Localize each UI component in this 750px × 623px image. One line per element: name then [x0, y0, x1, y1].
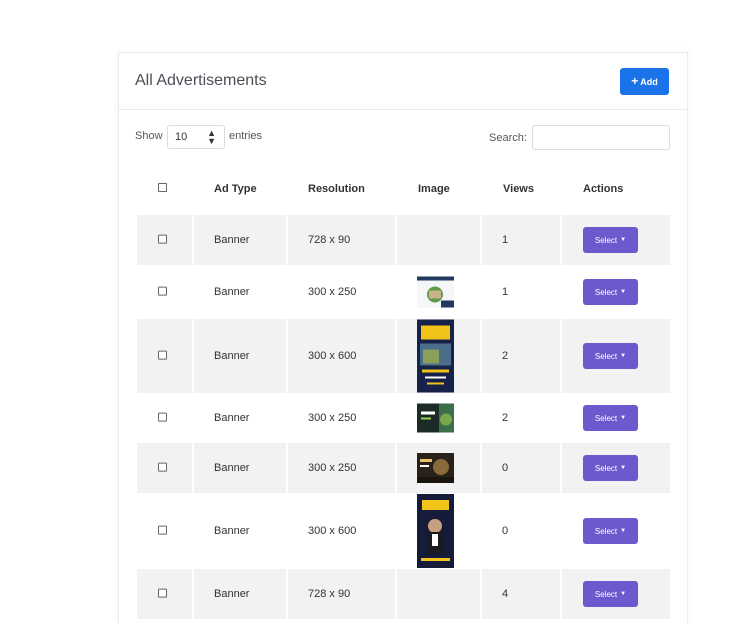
entries-select-value: 10 — [175, 131, 188, 143]
select-label: Select — [594, 526, 618, 536]
plus-icon: + — [631, 74, 639, 88]
select-action-button[interactable]: Select ▼ — [583, 279, 638, 305]
table-row: Banner 300 x 600 2 Select ▼ — [137, 319, 670, 393]
select-label: Select — [594, 413, 618, 423]
resolution-cell: 728 x 90 — [308, 234, 351, 246]
ad-thumbnail[interactable] — [417, 237, 454, 243]
select-label: Select — [594, 287, 618, 297]
resolution-cell: 300 x 250 — [308, 412, 357, 424]
sort-arrows-icon: ▲ ▼ — [207, 128, 216, 146]
resolution-cell: 300 x 250 — [308, 286, 357, 298]
select-all-checkbox[interactable] — [158, 183, 167, 192]
caret-down-icon: ▼ — [620, 591, 627, 597]
ad-type-cell: Banner — [214, 234, 250, 246]
select-action-button[interactable]: Select ▼ — [583, 227, 638, 253]
resolution-cell: 300 x 600 — [308, 350, 357, 362]
row-checkbox[interactable] — [158, 234, 167, 244]
ad-thumbnail[interactable] — [417, 276, 454, 308]
search-input[interactable] — [532, 125, 670, 150]
row-checkbox[interactable] — [158, 525, 167, 535]
ad-thumbnail[interactable] — [417, 453, 454, 483]
views-cell: 2 — [502, 350, 509, 362]
select-label: Select — [594, 463, 618, 473]
table-row: Banner 728 x 90 4 Select ▼ — [137, 569, 670, 619]
row-checkbox[interactable] — [158, 588, 167, 598]
ad-type-cell: Banner — [214, 525, 250, 537]
row-checkbox[interactable] — [158, 350, 167, 360]
advertisements-table: Ad Type Resolution Image Views Actions B… — [137, 167, 670, 619]
column-header-image[interactable]: Image — [418, 183, 450, 195]
caret-down-icon: ▼ — [620, 528, 627, 534]
table-row: Banner 300 x 250 2 Select ▼ — [137, 393, 670, 443]
table-row: Banner 300 x 250 0 Select ▼ — [137, 443, 670, 493]
views-cell: 2 — [502, 412, 509, 424]
ad-type-cell: Banner — [214, 462, 250, 474]
select-label: Select — [594, 235, 618, 245]
column-header-ad-type[interactable]: Ad Type — [214, 183, 257, 195]
views-cell: 0 — [502, 525, 509, 537]
select-label: Select — [594, 589, 618, 599]
select-action-button[interactable]: Select ▼ — [583, 581, 638, 607]
views-cell: 0 — [502, 462, 509, 474]
row-checkbox[interactable] — [158, 462, 167, 472]
table-row: Banner 300 x 600 0 Select ▼ — [137, 493, 670, 569]
row-checkbox[interactable] — [158, 412, 167, 422]
table-row: Banner 300 x 250 1 Select ▼ — [137, 267, 670, 317]
ad-type-cell: Banner — [214, 588, 250, 600]
table-row: Banner 728 x 90 1 Select ▼ — [137, 215, 670, 265]
resolution-cell: 300 x 250 — [308, 462, 357, 474]
table-header: Ad Type Resolution Image Views Actions — [137, 167, 670, 212]
resolution-cell: 300 x 600 — [308, 525, 357, 537]
caret-down-icon: ▼ — [620, 415, 627, 421]
column-header-resolution[interactable]: Resolution — [308, 183, 365, 195]
page-title: All Advertisements — [135, 72, 267, 89]
card-header: All Advertisements + Add — [119, 53, 687, 110]
caret-down-icon: ▼ — [620, 465, 627, 471]
views-cell: 1 — [502, 286, 509, 298]
views-cell: 1 — [502, 234, 509, 246]
ad-thumbnail[interactable] — [417, 319, 454, 393]
ad-type-cell: Banner — [214, 350, 250, 362]
ad-thumbnail[interactable] — [417, 403, 454, 433]
caret-down-icon: ▼ — [620, 237, 627, 243]
select-action-button[interactable]: Select ▼ — [583, 405, 638, 431]
row-checkbox[interactable] — [158, 286, 167, 296]
select-label: Select — [594, 351, 618, 361]
search-label: Search: — [489, 132, 527, 144]
add-button-label: Add — [640, 76, 658, 87]
caret-down-icon: ▼ — [620, 289, 627, 295]
resolution-cell: 728 x 90 — [308, 588, 351, 600]
ad-thumbnail[interactable] — [417, 592, 454, 597]
add-advertisement-button[interactable]: + Add — [620, 68, 669, 95]
entries-select[interactable]: 10 ▲ ▼ — [167, 125, 225, 149]
ad-type-cell: Banner — [214, 286, 250, 298]
ad-thumbnail[interactable] — [417, 494, 454, 568]
entries-label: entries — [229, 130, 263, 142]
column-header-actions[interactable]: Actions — [583, 183, 623, 195]
select-action-button[interactable]: Select ▼ — [583, 455, 638, 481]
show-label: Show — [135, 130, 163, 142]
caret-down-icon: ▼ — [620, 353, 627, 359]
views-cell: 4 — [502, 588, 509, 600]
advertisements-card: All Advertisements + Add Show 10 ▲ ▼ entr… — [118, 52, 688, 623]
column-header-views[interactable]: Views — [503, 183, 534, 195]
select-action-button[interactable]: Select ▼ — [583, 518, 638, 544]
select-action-button[interactable]: Select ▼ — [583, 343, 638, 369]
ad-type-cell: Banner — [214, 412, 250, 424]
